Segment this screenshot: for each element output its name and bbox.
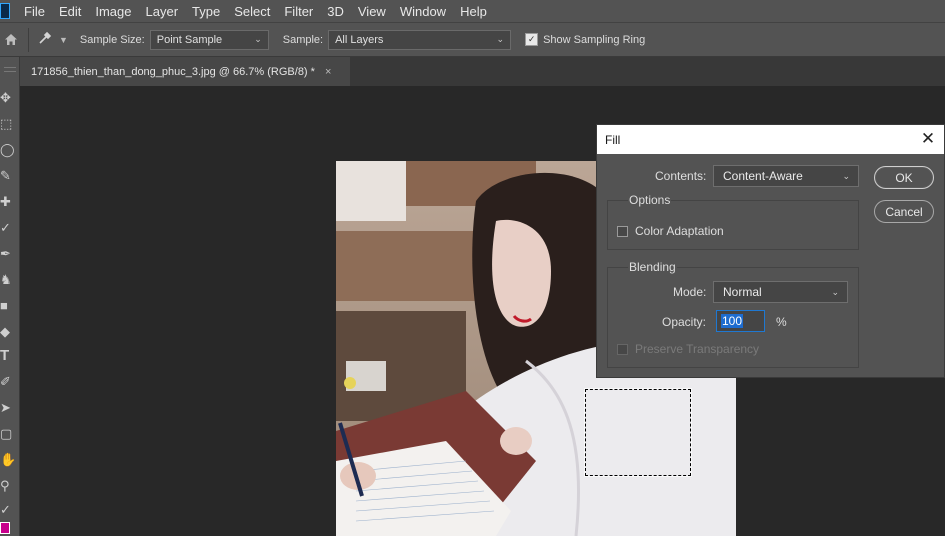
menu-3d[interactable]: 3D (327, 4, 344, 19)
options-bar: ▼ Sample Size: Point Sample ⌄ Sample: Al… (0, 22, 945, 57)
sample-size-label: Sample Size: (79, 33, 145, 46)
menu-window[interactable]: Window (400, 4, 446, 19)
type-icon[interactable]: T (0, 348, 20, 363)
crop-icon[interactable]: ✚ (0, 195, 20, 209)
show-sampling-ring-label: Show Sampling Ring (543, 33, 646, 46)
close-icon[interactable]: × (325, 66, 331, 78)
contents-value: Content-Aware (723, 169, 803, 183)
home-icon[interactable] (0, 22, 22, 57)
options-divider (28, 27, 29, 52)
menu-file[interactable]: File (24, 4, 45, 19)
paint-bucket-icon[interactable]: ◆ (0, 325, 20, 339)
move-icon[interactable]: ✥ (0, 91, 20, 105)
contents-label: Contents: (655, 169, 707, 183)
zoom-icon[interactable]: ⚲ (0, 479, 20, 493)
menu-edit[interactable]: Edit (59, 4, 81, 19)
document-tab-title: 171856_thien_than_dong_phuc_3.jpg @ 66.7… (31, 65, 315, 78)
mode-value: Normal (723, 285, 762, 299)
menu-view[interactable]: View (358, 4, 386, 19)
eyedropper-icon[interactable]: ✓ (0, 221, 20, 235)
brush-icon[interactable]: ✒ (0, 247, 20, 261)
chevron-down-icon: ⌄ (831, 286, 839, 297)
blending-group-title: Blending (628, 260, 677, 274)
hand-icon[interactable]: ✋ (0, 453, 20, 467)
stamp-icon[interactable]: ♞ (0, 273, 20, 287)
eyedropper-icon[interactable] (37, 30, 53, 50)
chevron-down-icon: ⌄ (496, 34, 505, 44)
menu-layer[interactable]: Layer (146, 4, 179, 19)
tool-preset-chevron-down-icon[interactable]: ▼ (59, 35, 68, 45)
tools-panel: ✥ ⬚ ◯ ✎ ✚ ✓ ✒ ♞ ■ ◆ T ✐ ➤ ▢ ✋ ⚲ ✓ ↺ (0, 57, 20, 536)
options-group-title: Options (628, 193, 672, 207)
mode-dropdown[interactable]: Normal ⌄ (713, 281, 848, 303)
eraser-icon[interactable]: ■ (0, 299, 20, 313)
preserve-transparency-checkbox[interactable] (617, 344, 628, 355)
color-adaptation-label: Color Adaptation (635, 224, 724, 238)
chevron-down-icon: ⌄ (842, 170, 850, 181)
sample-dropdown[interactable]: All Layers ⌄ (328, 29, 512, 50)
path-select-icon[interactable]: ➤ (0, 401, 20, 415)
show-sampling-ring-checkbox[interactable]: ✓ (525, 33, 539, 46)
chevron-down-icon: ⌄ (254, 34, 262, 44)
eyedropper-icon[interactable]: ✓ (0, 503, 20, 517)
fill-dialog-title: Fill (605, 132, 621, 147)
panel-grip[interactable] (4, 67, 16, 72)
lasso-icon[interactable]: ◯ (0, 143, 20, 157)
menu-select[interactable]: Select (234, 4, 270, 19)
sample-value: All Layers (335, 33, 384, 46)
marquee-icon[interactable]: ⬚ (0, 117, 20, 131)
opacity-input[interactable]: 100 (716, 310, 765, 332)
opacity-label: Opacity: (662, 315, 707, 329)
document-tab[interactable]: 171856_thien_than_dong_phuc_3.jpg @ 66.7… (20, 57, 350, 86)
fill-dialog: Fill ✕ Contents: Content-Aware ⌄ OK Canc… (596, 124, 945, 378)
foreground-color-swatch[interactable] (0, 522, 10, 534)
preserve-transparency-label: Preserve Transparency (635, 342, 760, 356)
sample-size-value: Point Sample (156, 33, 223, 46)
opacity-unit: % (776, 315, 787, 329)
document-tab-strip: 171856_thien_than_dong_phuc_3.jpg @ 66.7… (20, 57, 945, 86)
menu-filter[interactable]: Filter (284, 4, 313, 19)
sample-label: Sample: (282, 33, 324, 46)
close-icon[interactable]: ✕ (920, 130, 936, 148)
mode-label: Mode: (673, 285, 707, 299)
sample-size-dropdown[interactable]: Point Sample ⌄ (149, 29, 269, 50)
pen-icon[interactable]: ✐ (0, 375, 20, 389)
selection-marquee[interactable] (585, 389, 691, 476)
menu-help[interactable]: Help (460, 4, 487, 19)
opacity-value: 100 (721, 314, 744, 328)
menu-bar: File Edit Image Layer Type Select Filter… (0, 0, 945, 22)
contents-dropdown[interactable]: Content-Aware ⌄ (713, 165, 859, 187)
menu-type[interactable]: Type (192, 4, 220, 19)
cancel-button[interactable]: Cancel (874, 200, 934, 223)
fill-dialog-titlebar[interactable]: Fill ✕ (597, 125, 944, 154)
quick-select-icon[interactable]: ✎ (0, 169, 20, 183)
color-adaptation-checkbox[interactable] (617, 226, 628, 237)
shape-icon[interactable]: ▢ (0, 427, 20, 441)
photoshop-logo-icon[interactable] (0, 3, 10, 19)
menu-image[interactable]: Image (95, 4, 131, 19)
ok-button[interactable]: OK (874, 166, 934, 189)
